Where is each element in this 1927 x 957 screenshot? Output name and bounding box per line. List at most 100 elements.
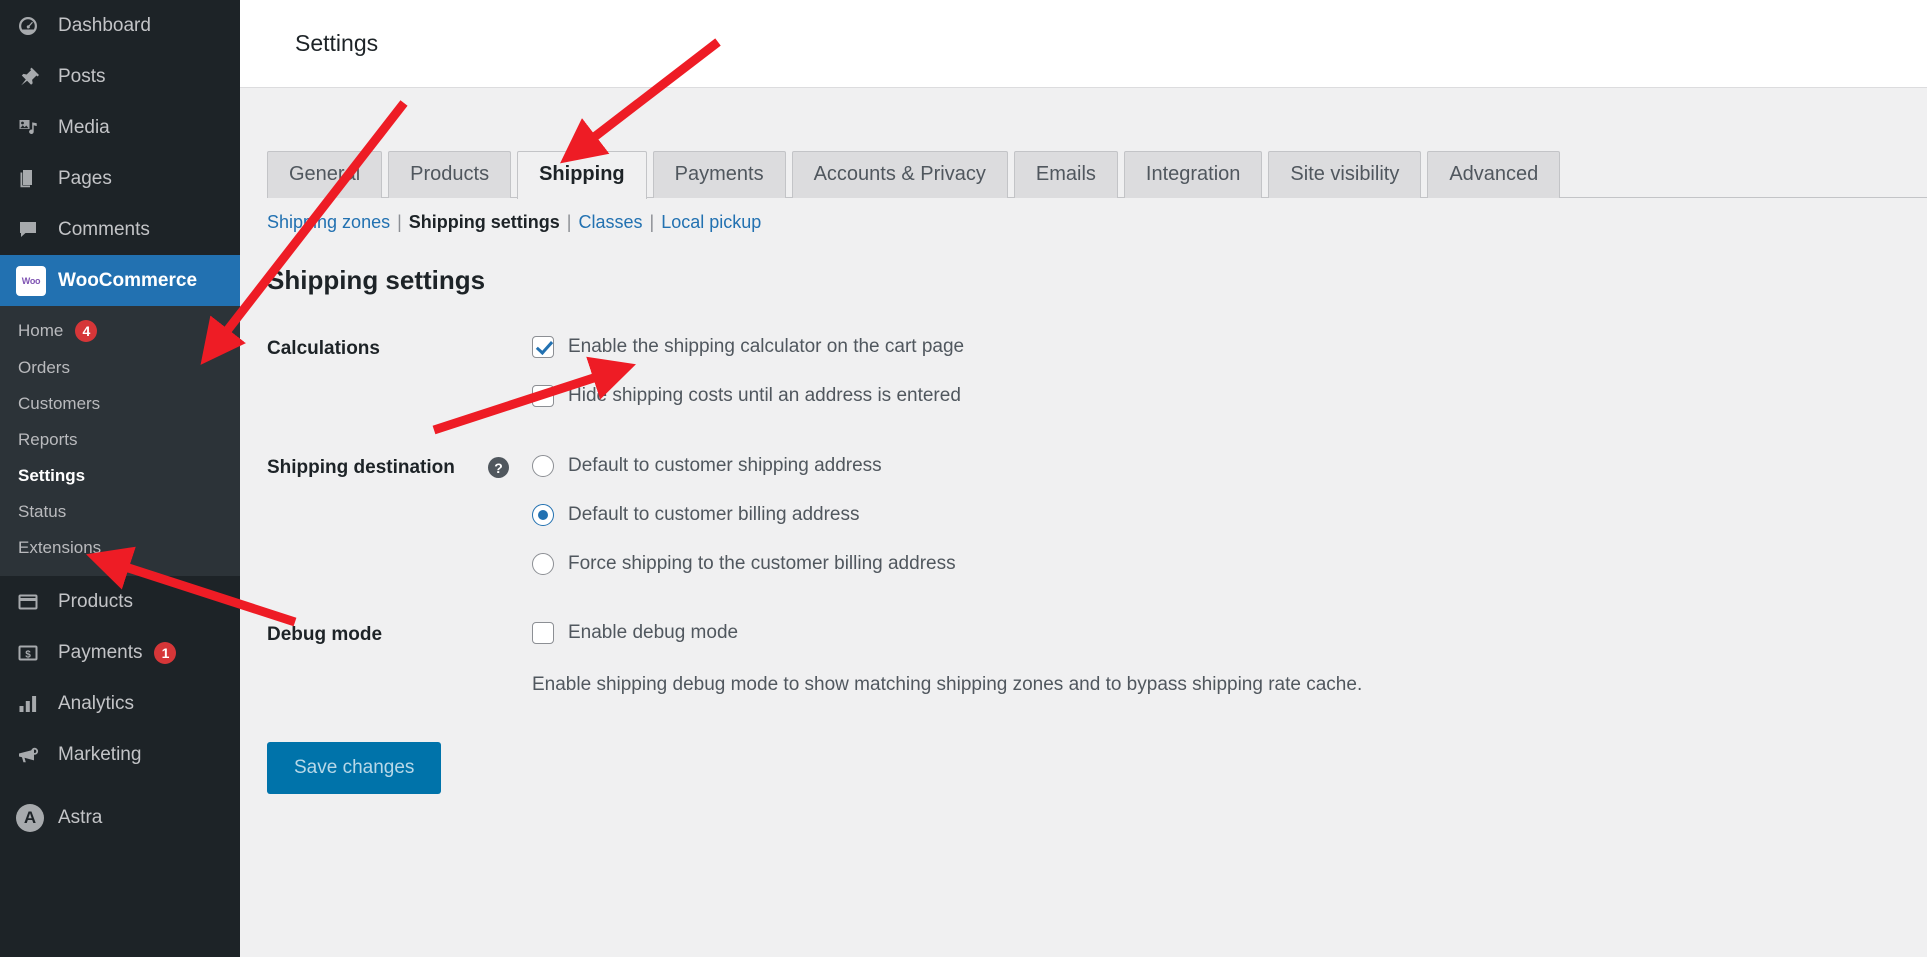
tab-shipping[interactable]: Shipping: [517, 151, 647, 199]
submenu-item-label: Settings: [18, 466, 85, 486]
astra-icon: A: [16, 804, 46, 832]
sidebar-item-products[interactable]: Products: [0, 576, 240, 627]
sidebar-item-label: Comments: [58, 219, 150, 241]
tab-advanced[interactable]: Advanced: [1427, 151, 1560, 198]
submenu-item-home[interactable]: Home 4: [0, 312, 240, 350]
admin-sidebar: Dashboard Posts Media: [0, 0, 240, 957]
submenu-item-label: Orders: [18, 358, 70, 378]
sidebar-divider: [0, 780, 240, 792]
sidebar-item-label: Media: [58, 117, 110, 139]
tab-accounts-privacy[interactable]: Accounts & Privacy: [792, 151, 1008, 198]
submenu-item-reports[interactable]: Reports: [0, 422, 240, 458]
enable-debug-mode-checkbox[interactable]: [532, 622, 554, 644]
sidebar-item-dashboard[interactable]: Dashboard: [0, 0, 240, 51]
sidebar-item-woocommerce[interactable]: Woo WooCommerce: [0, 255, 240, 306]
debug-mode-description: Enable shipping debug mode to show match…: [532, 674, 1927, 696]
subnav-separator: |: [567, 212, 572, 233]
sidebar-item-marketing[interactable]: Marketing: [0, 729, 240, 780]
subnav-link-shipping-zones[interactable]: Shipping zones: [267, 212, 390, 233]
tab-label: Emails: [1036, 163, 1096, 185]
pin-icon: [16, 65, 46, 89]
comments-icon: [16, 218, 46, 242]
submenu-item-customers[interactable]: Customers: [0, 386, 240, 422]
submenu-item-orders[interactable]: Orders: [0, 350, 240, 386]
submenu-item-label: Home: [18, 321, 63, 341]
payments-count-badge: 1: [154, 642, 176, 664]
sidebar-item-analytics[interactable]: Analytics: [0, 678, 240, 729]
submenu-item-settings[interactable]: Settings: [0, 458, 240, 494]
pages-icon: [16, 167, 46, 191]
enable-shipping-calculator-option[interactable]: Enable the shipping calculator on the ca…: [532, 336, 1927, 358]
tab-payments[interactable]: Payments: [653, 151, 786, 198]
submenu-item-label: Reports: [18, 430, 78, 450]
svg-text:$: $: [25, 649, 31, 660]
subnav-separator: |: [650, 212, 655, 233]
enable-debug-mode-option[interactable]: Enable debug mode: [532, 622, 1927, 644]
subnav-link-shipping-settings[interactable]: Shipping settings: [409, 212, 560, 233]
tab-general[interactable]: General: [267, 151, 382, 198]
home-count-badge: 4: [75, 320, 97, 342]
help-icon[interactable]: ?: [488, 457, 509, 478]
enable-shipping-calculator-checkbox[interactable]: [532, 336, 554, 358]
sidebar-item-label: Posts: [58, 66, 106, 88]
hide-shipping-costs-checkbox[interactable]: [532, 385, 554, 407]
destination-force-billing-option[interactable]: Force shipping to the customer billing a…: [532, 553, 1927, 575]
media-icon: [16, 116, 46, 140]
page-header: Settings: [240, 0, 1927, 88]
tab-label: General: [289, 163, 360, 185]
tab-emails[interactable]: Emails: [1014, 151, 1118, 198]
destination-billing-address-radio[interactable]: [532, 504, 554, 526]
shipping-destination-row: Shipping destination ? Default to custom…: [267, 455, 1927, 575]
save-changes-button[interactable]: Save changes: [267, 742, 441, 794]
tab-products[interactable]: Products: [388, 151, 511, 198]
sidebar-item-label: Marketing: [58, 744, 141, 766]
submenu-item-label: Customers: [18, 394, 100, 414]
settings-tabs: General Products Shipping Payments Accou…: [267, 151, 1927, 198]
subnav-link-local-pickup[interactable]: Local pickup: [661, 212, 761, 233]
destination-billing-address-option[interactable]: Default to customer billing address: [532, 504, 1927, 526]
section-title: Shipping settings: [267, 265, 1927, 296]
hide-shipping-costs-option[interactable]: Hide shipping costs until an address is …: [532, 385, 1927, 407]
shipping-subnav: Shipping zones | Shipping settings | Cla…: [267, 212, 1927, 233]
calculations-label: Calculations: [267, 336, 532, 407]
woocommerce-icon: Woo: [16, 266, 46, 296]
sidebar-item-comments[interactable]: Comments: [0, 204, 240, 255]
tab-label: Shipping: [539, 163, 625, 185]
tab-site-visibility[interactable]: Site visibility: [1268, 151, 1421, 198]
sidebar-item-label: WooCommerce: [58, 270, 197, 292]
destination-force-billing-radio[interactable]: [532, 553, 554, 575]
subnav-separator: |: [397, 212, 402, 233]
option-label: Default to customer billing address: [568, 504, 859, 526]
option-label: Hide shipping costs until an address is …: [568, 385, 961, 407]
submenu-item-label: Extensions: [18, 538, 101, 558]
sidebar-item-pages[interactable]: Pages: [0, 153, 240, 204]
option-label: Default to customer shipping address: [568, 455, 882, 477]
sidebar-item-astra[interactable]: A Astra: [0, 792, 240, 843]
sidebar-item-media[interactable]: Media: [0, 102, 240, 153]
option-label: Enable debug mode: [568, 622, 738, 644]
page-title: Settings: [295, 30, 378, 57]
sidebar-item-posts[interactable]: Posts: [0, 51, 240, 102]
sidebar-item-label: Payments: [58, 642, 142, 664]
settings-content: General Products Shipping Payments Accou…: [240, 151, 1927, 794]
tab-label: Integration: [1146, 163, 1241, 185]
sidebar-item-label: Pages: [58, 168, 112, 190]
option-label: Enable the shipping calculator on the ca…: [568, 336, 964, 358]
calculations-row: Calculations Enable the shipping calcula…: [267, 336, 1927, 407]
sidebar-item-payments[interactable]: $ Payments 1: [0, 627, 240, 678]
destination-shipping-address-radio[interactable]: [532, 455, 554, 477]
submenu-item-status[interactable]: Status: [0, 494, 240, 530]
tab-label: Advanced: [1449, 163, 1538, 185]
app-root: Dashboard Posts Media: [0, 0, 1927, 957]
sidebar-item-label: Analytics: [58, 693, 134, 715]
tab-label: Products: [410, 163, 489, 185]
subnav-link-classes[interactable]: Classes: [578, 212, 642, 233]
debug-mode-label: Debug mode: [267, 622, 532, 696]
destination-shipping-address-option[interactable]: Default to customer shipping address: [532, 455, 1927, 477]
products-icon: [16, 590, 46, 614]
sidebar-item-label: Astra: [58, 807, 102, 829]
option-label: Force shipping to the customer billing a…: [568, 553, 956, 575]
dashboard-icon: [16, 14, 46, 38]
submenu-item-extensions[interactable]: Extensions: [0, 530, 240, 566]
tab-integration[interactable]: Integration: [1124, 151, 1263, 198]
